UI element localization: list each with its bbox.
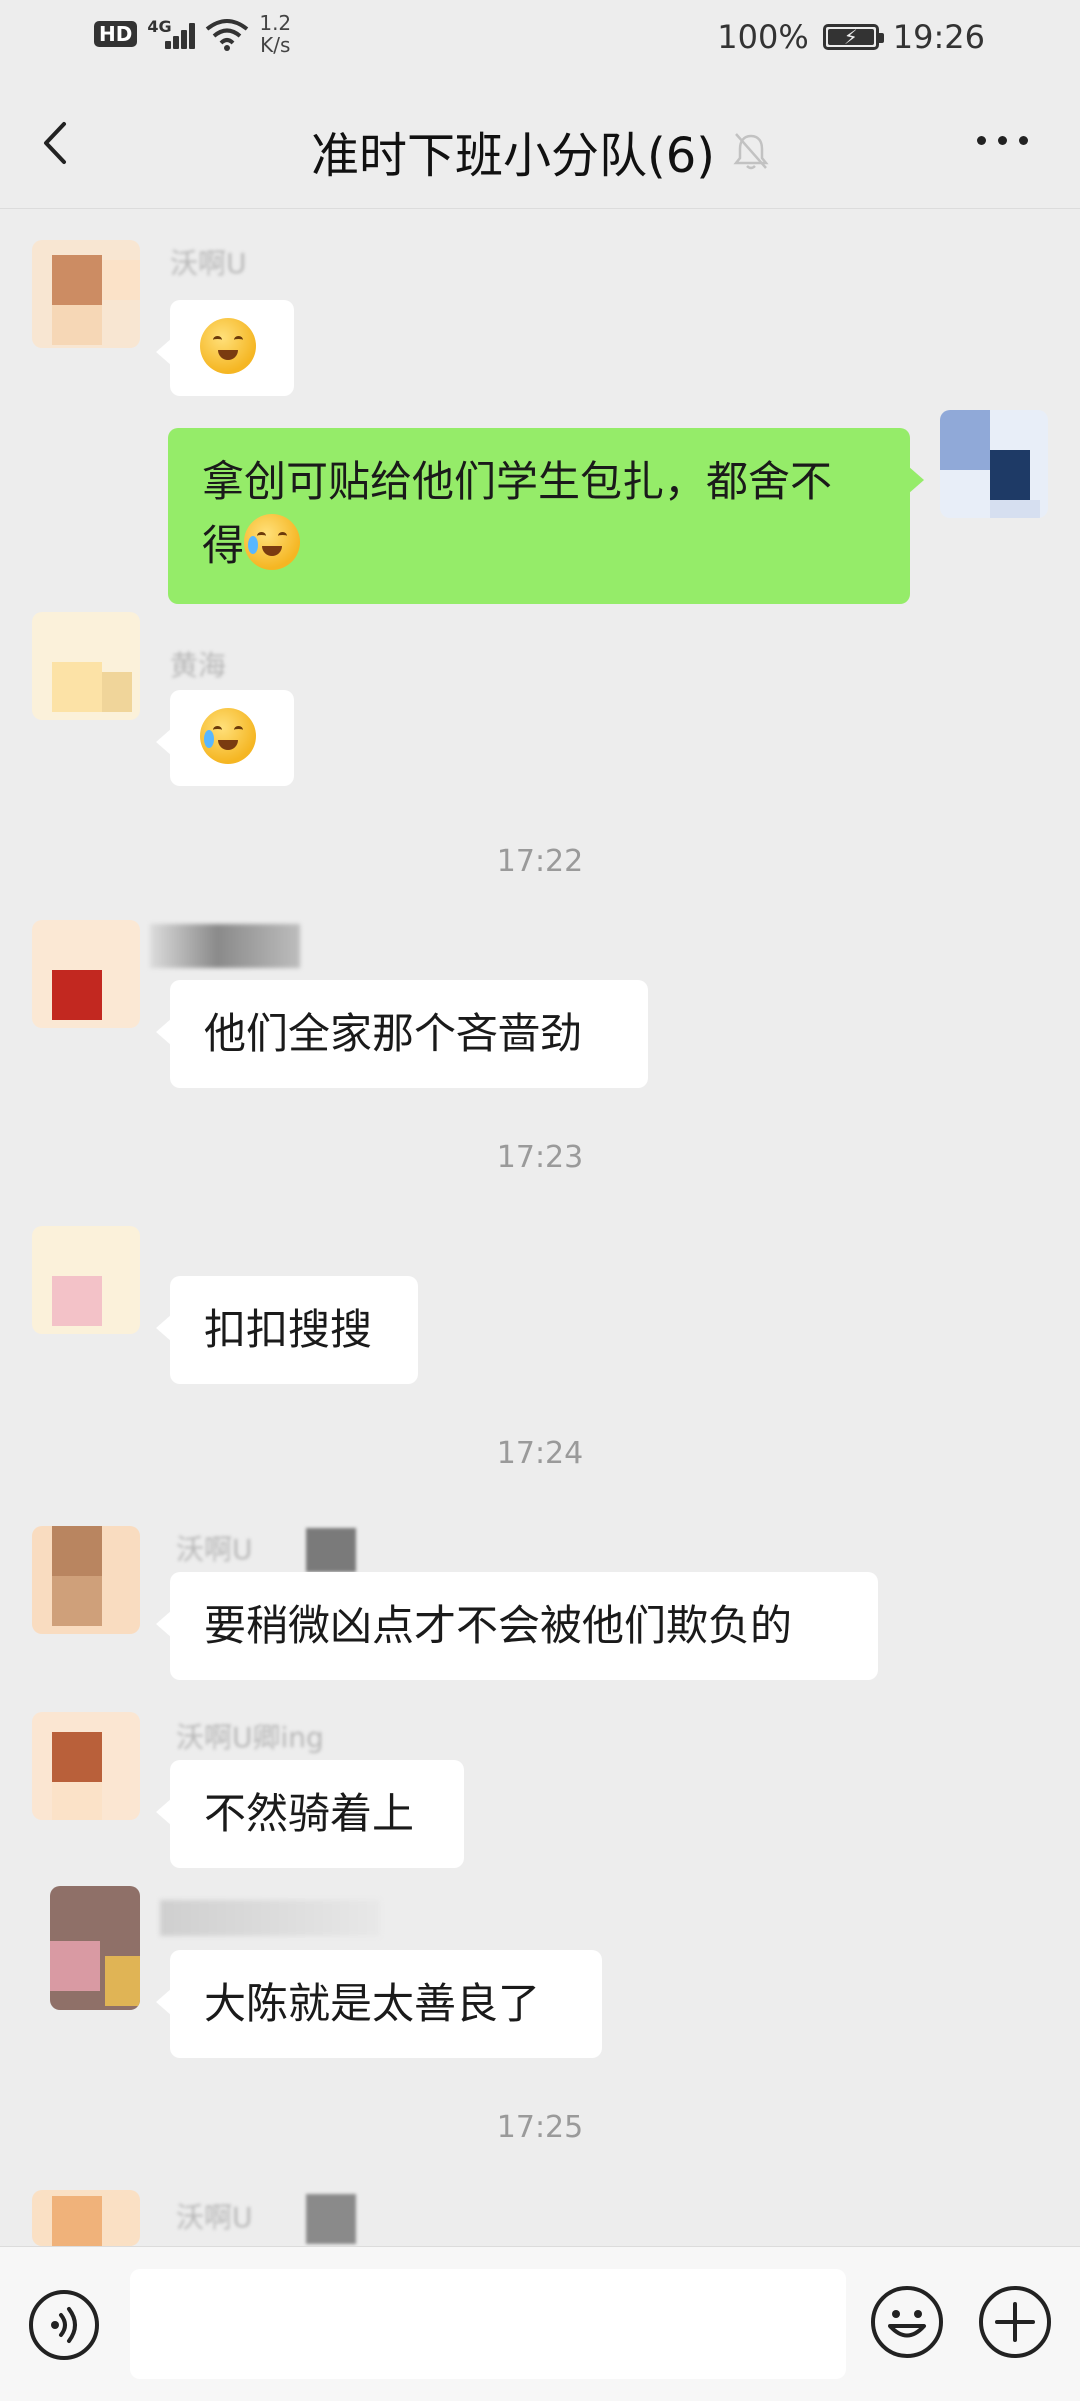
message-bubble[interactable] bbox=[156, 300, 294, 396]
message-bubble[interactable]: 大陈就是太善良了 bbox=[156, 1950, 602, 2058]
sender-nickname: 沃啊U卿ing bbox=[176, 1721, 324, 1754]
sender-nickname: 沃啊U bbox=[170, 247, 247, 280]
sender-nickname-blurred bbox=[160, 1900, 380, 1936]
message-text: 拿创可贴给他们学生包扎，都舍不 bbox=[202, 457, 833, 506]
plus-icon[interactable] bbox=[978, 2285, 1052, 2359]
signal-icon: 4G bbox=[147, 17, 196, 51]
speed-value: 1.2 bbox=[259, 11, 292, 35]
cry-laugh-emoji-icon bbox=[244, 514, 301, 570]
message-timestamp: 17:25 bbox=[496, 2110, 584, 2145]
battery-percent: 100% bbox=[717, 18, 809, 56]
emoji-icon[interactable] bbox=[870, 2285, 944, 2359]
message-timestamp: 17:22 bbox=[496, 844, 584, 879]
nickname-blur bbox=[306, 2194, 356, 2244]
message-bubble[interactable] bbox=[156, 690, 294, 786]
network-type: 4G bbox=[147, 17, 172, 36]
self-avatar[interactable] bbox=[940, 410, 1048, 518]
cry-laugh-emoji-icon bbox=[200, 708, 256, 764]
sender-nickname: 沃啊U bbox=[176, 2201, 253, 2234]
chat-header: 准时下班小分队(6) bbox=[0, 78, 1080, 209]
message-text: 大陈就是太善良了 bbox=[204, 1979, 541, 2028]
status-bar: HD 4G 1.2 K/s 100% ⚡ 19:26 bbox=[0, 0, 1080, 78]
voice-icon[interactable] bbox=[28, 2289, 100, 2361]
avatar[interactable] bbox=[32, 1712, 140, 1820]
avatar[interactable] bbox=[32, 1526, 140, 1634]
battery-icon: ⚡ bbox=[822, 24, 884, 50]
message-text: 他们全家那个吝啬劲 bbox=[204, 1009, 583, 1058]
avatar[interactable] bbox=[32, 2190, 140, 2246]
avatar[interactable] bbox=[50, 1886, 140, 2010]
message-bubble[interactable]: 他们全家那个吝啬劲 bbox=[156, 980, 648, 1088]
message-timestamp: 17:23 bbox=[496, 1140, 584, 1175]
avatar[interactable] bbox=[32, 1226, 140, 1334]
sender-nickname: 沃啊U bbox=[176, 1533, 253, 1566]
clock: 19:26 bbox=[892, 18, 985, 56]
hd-badge: HD bbox=[94, 21, 138, 47]
message-text: 扣扣搜搜 bbox=[204, 1305, 373, 1354]
input-bar bbox=[0, 2246, 1080, 2401]
message-input[interactable] bbox=[130, 2269, 846, 2379]
message-timestamp: 17:24 bbox=[496, 1436, 584, 1471]
avatar[interactable] bbox=[32, 920, 140, 1028]
message-bubble[interactable]: 要稍微凶点才不会被他们欺负的 bbox=[156, 1572, 878, 1680]
speed-unit: K/s bbox=[260, 33, 291, 57]
message-text: 不然骑着上 bbox=[204, 1789, 415, 1838]
avatar[interactable] bbox=[32, 240, 140, 348]
bell-off-icon bbox=[733, 133, 769, 170]
chat-title-wrap: 准时下班小分队(6) bbox=[0, 116, 1080, 186]
message-text-cont: 得 bbox=[202, 514, 876, 578]
message-text: 要稍微凶点才不会被他们欺负的 bbox=[204, 1601, 793, 1650]
nickname-blur bbox=[306, 1528, 356, 1572]
chat-title: 准时下班小分队(6) bbox=[311, 128, 715, 184]
more-dots-icon[interactable] bbox=[977, 136, 1028, 145]
message-bubble[interactable]: 不然骑着上 bbox=[156, 1760, 464, 1868]
wifi-icon bbox=[206, 19, 249, 51]
network-speed: 1.2 K/s bbox=[259, 12, 291, 56]
sender-nickname: 黄海 bbox=[170, 649, 227, 682]
status-right: 100% ⚡ 19:26 bbox=[717, 18, 985, 56]
sad-emoji-icon bbox=[200, 318, 256, 374]
message-bubble[interactable]: 扣扣搜搜 bbox=[156, 1276, 418, 1384]
status-left: HD 4G 1.2 K/s bbox=[94, 12, 291, 56]
avatar[interactable] bbox=[32, 612, 140, 720]
sender-nickname-blurred bbox=[150, 924, 300, 968]
message-bubble-outgoing[interactable]: 拿创可贴给他们学生包扎，都舍不 得 bbox=[168, 428, 924, 604]
